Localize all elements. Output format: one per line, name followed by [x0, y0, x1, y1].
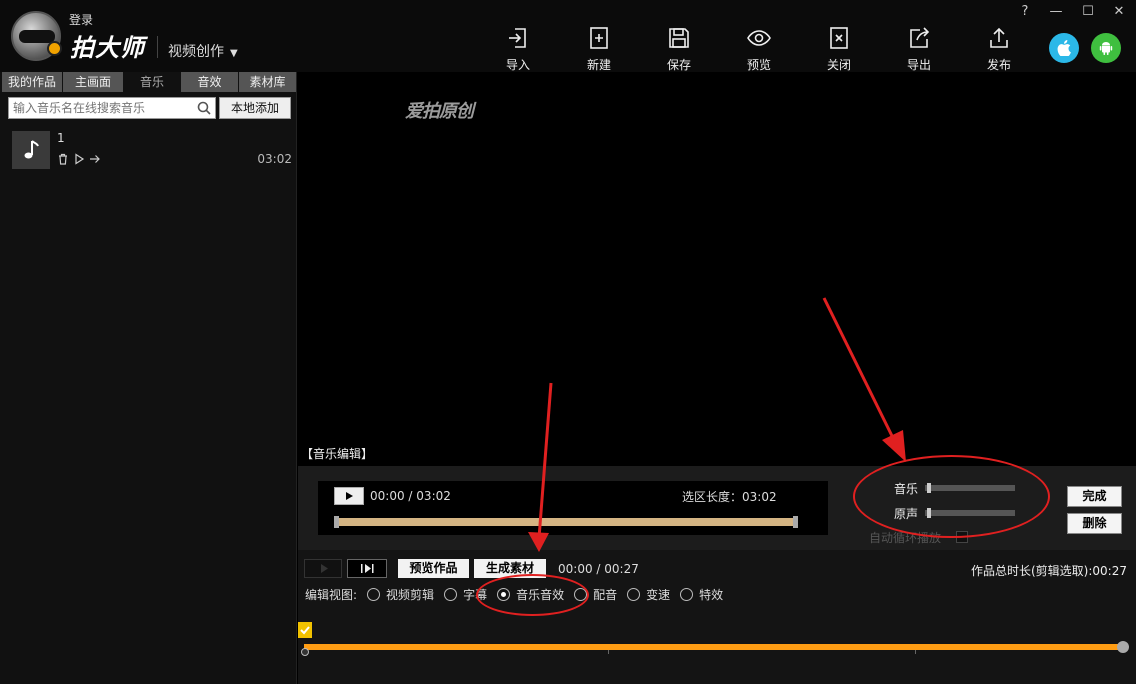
arrow-head-icon [882, 430, 906, 462]
arrow-head-icon [528, 532, 549, 552]
annotation-arrows [528, 297, 906, 552]
app-window: 登录 拍大师 视频创作 ▼ 导入 新建 保存 预览 关闭 导出 发布 ? — ☐… [0, 0, 1136, 684]
